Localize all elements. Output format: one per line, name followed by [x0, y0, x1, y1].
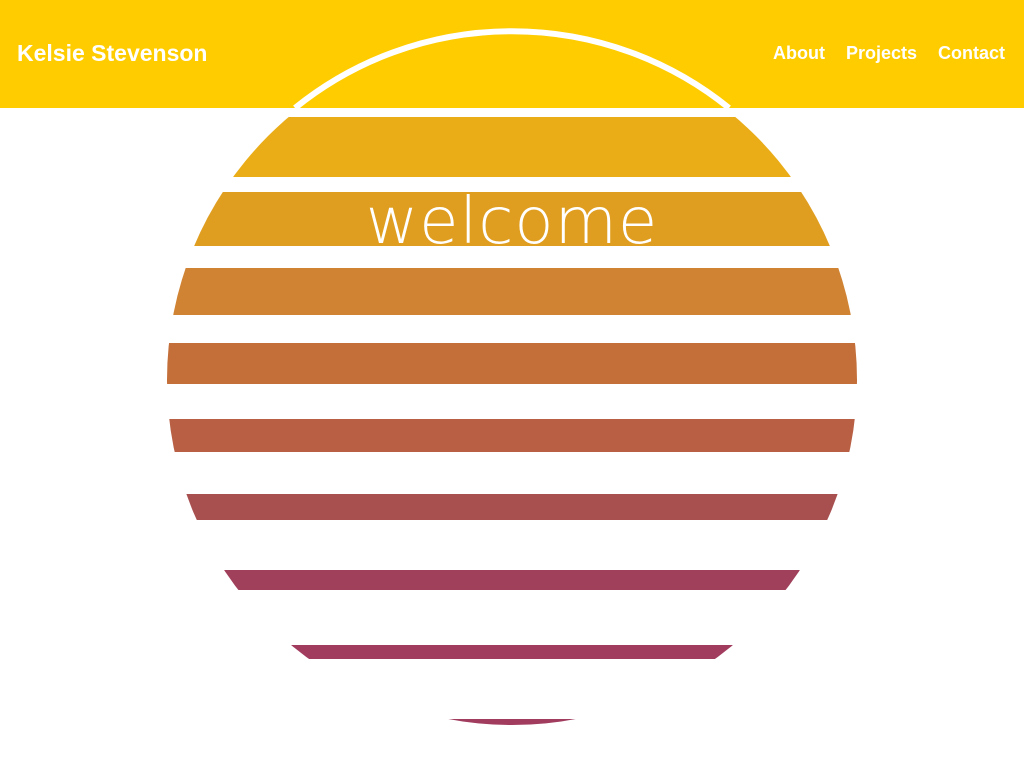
site-title[interactable]: Kelsie Stevenson	[17, 39, 207, 67]
sunset-graphic	[167, 28, 857, 725]
sun-stripe	[167, 419, 857, 452]
sun-top-arc	[293, 28, 731, 111]
sun-stripe	[167, 343, 857, 384]
welcome-heading: welcome	[365, 185, 659, 259]
sun-stripe	[167, 719, 857, 725]
sun-stripe	[167, 268, 857, 315]
nav-link-about[interactable]: About	[773, 41, 825, 65]
sun-stripe	[167, 117, 857, 177]
sun-stripe	[167, 494, 857, 520]
nav-link-projects[interactable]: Projects	[846, 41, 917, 65]
nav-link-contact[interactable]: Contact	[938, 41, 1005, 65]
sun-stripe	[167, 570, 857, 590]
sun-stripe	[167, 645, 857, 659]
page: Kelsie Stevenson About Projects Contact …	[0, 0, 1024, 768]
main-nav: About Projects Contact	[773, 41, 1005, 65]
